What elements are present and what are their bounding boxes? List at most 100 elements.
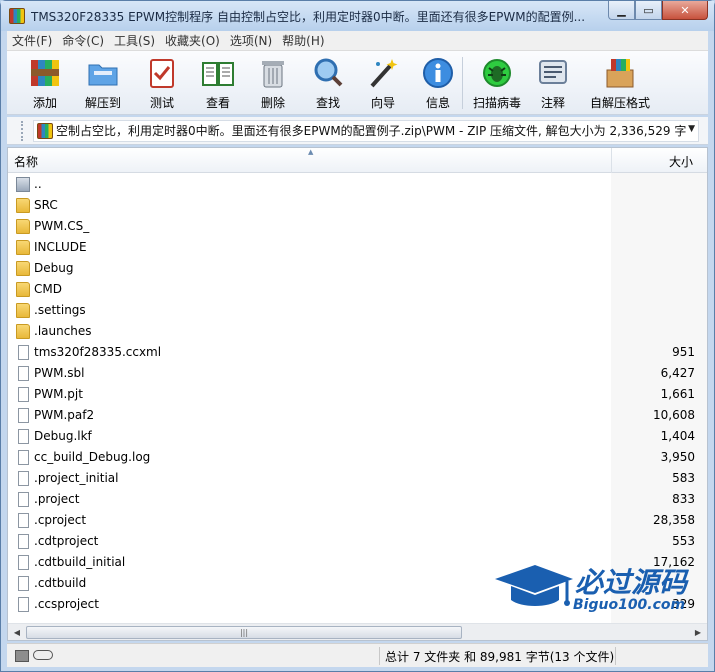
- file-size: 6,427: [660, 366, 695, 380]
- file-name: .cproject: [34, 513, 87, 527]
- file-icon: [18, 597, 29, 612]
- delete-button[interactable]: 删除: [245, 55, 301, 111]
- menu-bar: 文件(F) 命令(C) 工具(S) 收藏夹(O) 选项(N) 帮助(H): [7, 31, 708, 51]
- window-title: TMS320F28335 EPWM控制程序 自由控制占空比，利用定时器0中断。里…: [31, 9, 586, 24]
- file-name: .cdtbuild_initial: [34, 555, 126, 569]
- file-row[interactable]: SRC: [8, 195, 707, 216]
- maximize-button[interactable]: ▭: [635, 1, 662, 20]
- file-row[interactable]: PWM.CS_: [8, 216, 707, 237]
- file-icon: [18, 576, 29, 591]
- address-bar: 空制占空比，利用定时器0中断。里面还有很多EPWM的配置例子.zip\PWM -…: [7, 117, 708, 145]
- menu-options[interactable]: 选项(N): [225, 32, 277, 49]
- file-row[interactable]: PWM.sbl 6,427: [8, 363, 707, 384]
- file-name: Debug: [34, 261, 74, 275]
- menu-favorites[interactable]: 收藏夹(O): [160, 32, 225, 49]
- magnifier-icon: [310, 55, 346, 90]
- file-row[interactable]: .cproject 28,358: [8, 510, 707, 531]
- file-icon: [18, 513, 29, 528]
- minimize-button[interactable]: ▁: [608, 1, 635, 20]
- book-icon: [200, 55, 236, 90]
- close-button[interactable]: ✕: [662, 1, 708, 20]
- file-row[interactable]: PWM.pjt 1,661: [8, 384, 707, 405]
- comment-button[interactable]: 注释: [525, 55, 581, 111]
- menu-tools[interactable]: 工具(S): [109, 32, 160, 49]
- file-row[interactable]: PWM.paf2 10,608: [8, 405, 707, 426]
- chevron-down-icon[interactable]: ▼: [688, 124, 695, 134]
- file-row[interactable]: ..: [8, 174, 707, 195]
- menu-help[interactable]: 帮助(H): [277, 32, 329, 49]
- scroll-left-icon[interactable]: ◀: [10, 626, 24, 639]
- status-separator: [615, 647, 616, 665]
- file-name: .settings: [34, 303, 86, 317]
- info-button[interactable]: 信息: [410, 55, 466, 111]
- file-row[interactable]: INCLUDE: [8, 237, 707, 258]
- find-label: 查找: [315, 96, 340, 110]
- file-row[interactable]: .cdtproject 553: [8, 531, 707, 552]
- file-icon: [18, 492, 29, 507]
- winrar-app-icon: [9, 8, 25, 24]
- scan-virus-label: 扫描病毒: [472, 96, 521, 110]
- menu-commands[interactable]: 命令(C): [57, 32, 109, 49]
- file-row[interactable]: cc_build_Debug.log 3,950: [8, 447, 707, 468]
- column-header: ▲ 名称 大小: [8, 148, 707, 173]
- info-icon: [420, 55, 456, 90]
- file-icon: [18, 345, 29, 360]
- file-icon: [18, 450, 29, 465]
- file-icon: [18, 471, 29, 486]
- address-field[interactable]: 空制占空比，利用定时器0中断。里面还有很多EPWM的配置例子.zip\PWM -…: [33, 119, 699, 142]
- file-row[interactable]: .project 833: [8, 489, 707, 510]
- view-button[interactable]: 查看: [190, 55, 246, 111]
- column-name-header[interactable]: 名称: [14, 153, 38, 170]
- status-separator: [379, 647, 380, 665]
- file-name: .project: [34, 492, 80, 506]
- file-icon: [18, 555, 29, 570]
- scroll-thumb[interactable]: |||: [26, 626, 462, 639]
- menu-file[interactable]: 文件(F): [7, 32, 57, 49]
- file-name: .cdtbuild: [34, 576, 87, 590]
- column-size-header[interactable]: 大小: [669, 153, 693, 170]
- wizard-button[interactable]: 向导: [355, 55, 411, 111]
- scroll-right-icon[interactable]: ▶: [691, 626, 705, 639]
- extract-to-button[interactable]: 解压到: [75, 55, 131, 111]
- file-row[interactable]: CMD: [8, 279, 707, 300]
- info-label: 信息: [425, 96, 450, 110]
- status-icons: [15, 650, 53, 662]
- folder-icon: [16, 261, 30, 276]
- parent-folder-icon: [16, 177, 30, 192]
- file-icon: [18, 408, 29, 423]
- find-button[interactable]: 查找: [300, 55, 356, 111]
- file-row[interactable]: .launches: [8, 321, 707, 342]
- folder-extract-icon: [85, 55, 121, 90]
- horizontal-scrollbar[interactable]: ◀ ||| ▶: [8, 623, 707, 640]
- magic-wand-icon: [365, 55, 401, 90]
- file-row[interactable]: Debug.lkf 1,404: [8, 426, 707, 447]
- add-button[interactable]: 添加: [17, 55, 73, 111]
- file-row[interactable]: tms320f28335.ccxml 951: [8, 342, 707, 363]
- sfx-button[interactable]: 自解压格式: [589, 55, 651, 111]
- file-size: 833: [672, 492, 695, 506]
- file-name: PWM.pjt: [34, 387, 83, 401]
- file-row[interactable]: Debug: [8, 258, 707, 279]
- archive-icon: [37, 122, 53, 139]
- title-bar[interactable]: TMS320F28335 EPWM控制程序 自由控制占空比，利用定时器0中断。里…: [1, 1, 714, 31]
- file-size: 951: [672, 345, 695, 359]
- drive-icon[interactable]: [15, 650, 29, 662]
- test-label: 测试: [149, 96, 174, 110]
- file-size: 10,608: [653, 408, 695, 422]
- file-row[interactable]: .project_initial 583: [8, 468, 707, 489]
- column-divider[interactable]: [611, 148, 612, 173]
- file-row[interactable]: .settings: [8, 300, 707, 321]
- key-icon[interactable]: [33, 650, 53, 660]
- address-path: 空制占空比，利用定时器0中断。里面还有很多EPWM的配置例子.zip\PWM -…: [56, 124, 686, 138]
- file-name: ..: [34, 177, 42, 191]
- test-button[interactable]: 测试: [134, 55, 190, 111]
- folder-icon: [16, 324, 30, 339]
- file-icon: [18, 534, 29, 549]
- file-rows: .. SRC PWM.CS_ INCLUDE Debug CMD .settings .lau…: [8, 174, 707, 615]
- address-grip[interactable]: [21, 120, 27, 141]
- graduation-cap-icon: [495, 565, 573, 606]
- file-name: INCLUDE: [34, 240, 87, 254]
- folder-icon: [16, 282, 30, 297]
- scan-virus-button[interactable]: 扫描病毒: [469, 55, 525, 111]
- view-label: 查看: [205, 96, 230, 110]
